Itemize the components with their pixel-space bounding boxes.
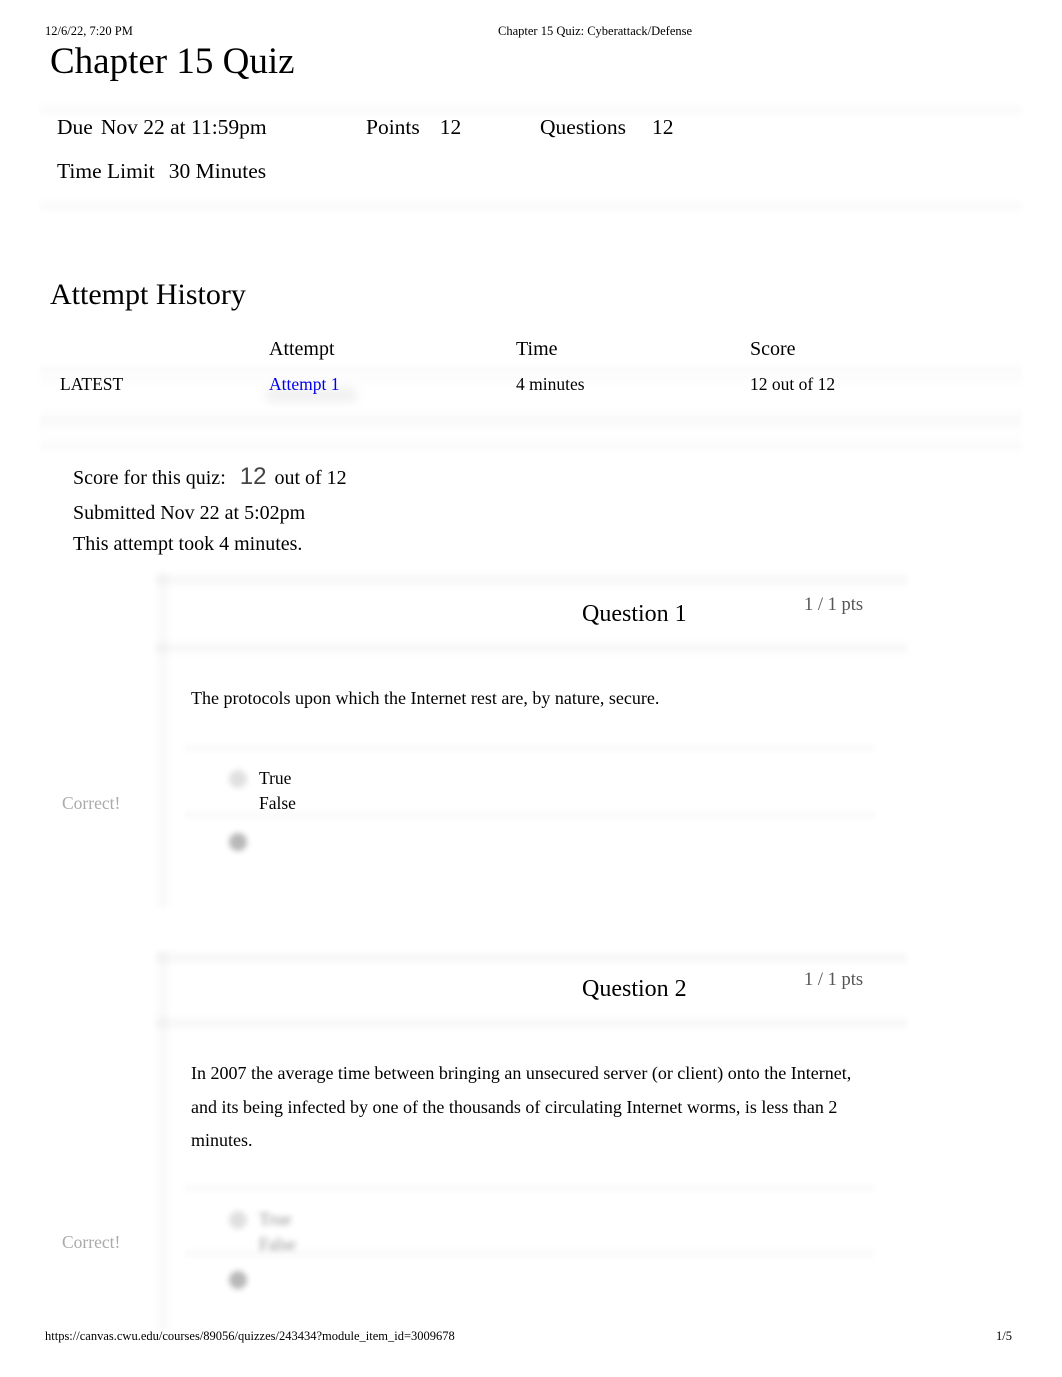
column-header-attempt: Attempt [269, 338, 335, 360]
print-page-number: 1/5 [996, 1329, 1012, 1343]
radio-selected[interactable] [229, 1271, 247, 1289]
score-out-of: out of 12 [274, 467, 347, 489]
quiz-score: Score for this quiz: 12 out of 12 [73, 463, 347, 491]
answer-divider [185, 742, 875, 754]
question-card: Question 1 1 / 1 pts The protocols upon … [155, 572, 907, 907]
answer-divider [185, 809, 875, 821]
points-label: Points [366, 115, 420, 139]
correct-indicator: Correct! [62, 793, 121, 813]
score-label: Score for this quiz: [73, 467, 226, 489]
column-header-score: Score [750, 338, 796, 360]
card-top-shadow [155, 950, 907, 966]
question-text: The protocols upon which the Internet re… [191, 688, 660, 708]
print-date: 12/6/22, 7:20 PM [45, 24, 133, 38]
points-value: 12 [439, 115, 462, 139]
radio-false-selected[interactable] [229, 833, 247, 851]
question-points: 1 / 1 pts [804, 970, 864, 990]
correct-indicator: Correct! [62, 1232, 121, 1252]
points: Points 12 [366, 115, 461, 140]
card-edge [155, 572, 171, 907]
time-limit-label: Time Limit [57, 159, 155, 183]
radio-true[interactable] [229, 770, 247, 788]
question-text: In 2007 the average time between bringin… [191, 1063, 852, 1150]
due-value: Nov 22 at 11:59pm [100, 115, 267, 139]
card-top-shadow [155, 572, 907, 588]
attempt-score: 12 out of 12 [750, 374, 836, 394]
radio-true[interactable] [229, 1211, 247, 1229]
card-header-shadow [155, 640, 907, 656]
card-header-shadow [155, 1015, 907, 1031]
latest-tag: LATEST [60, 374, 124, 394]
question-title: Question 2 [582, 976, 687, 1002]
page-title: Chapter 15 Quiz [50, 41, 295, 82]
question-card: Question 2 1 / 1 pts In 2007 the average… [155, 950, 907, 1330]
column-header-time: Time [516, 338, 558, 360]
divider [40, 199, 1022, 213]
attempt-time: 4 minutes [516, 374, 585, 394]
due-label: Due [57, 115, 93, 139]
time-limit-value: 30 Minutes [168, 159, 267, 183]
question-points: 1 / 1 pts [804, 595, 864, 615]
question-title: Question 1 [582, 601, 687, 627]
due-date: Due Nov 22 at 11:59pm [57, 115, 267, 140]
attempt-history-title: Attempt History [50, 278, 246, 311]
questions-count: Questions 12 [540, 115, 674, 140]
questions-value: 12 [652, 115, 674, 139]
answer-divider [185, 1247, 875, 1259]
answer-divider [185, 1182, 875, 1194]
attempt-duration: This attempt took 4 minutes. [73, 533, 303, 555]
print-url: https://canvas.cwu.edu/courses/89056/qui… [45, 1329, 455, 1343]
answer-true[interactable]: True [259, 768, 291, 789]
submitted-time: Submitted Nov 22 at 5:02pm [73, 502, 306, 524]
answer-true[interactable]: True [259, 1209, 291, 1230]
card-edge [155, 950, 171, 1330]
questions-label: Questions [540, 115, 626, 139]
time-limit: Time Limit 30 Minutes [57, 159, 266, 184]
attempt-1-link[interactable]: Attempt 1 [269, 374, 339, 395]
quiz-details: Due Nov 22 at 11:59pm Points 12 Questions 1… [40, 103, 1022, 213]
score-value: 12 [239, 463, 267, 490]
print-document-title: Chapter 15 Quiz: Cyberattack/Defense [498, 24, 693, 38]
